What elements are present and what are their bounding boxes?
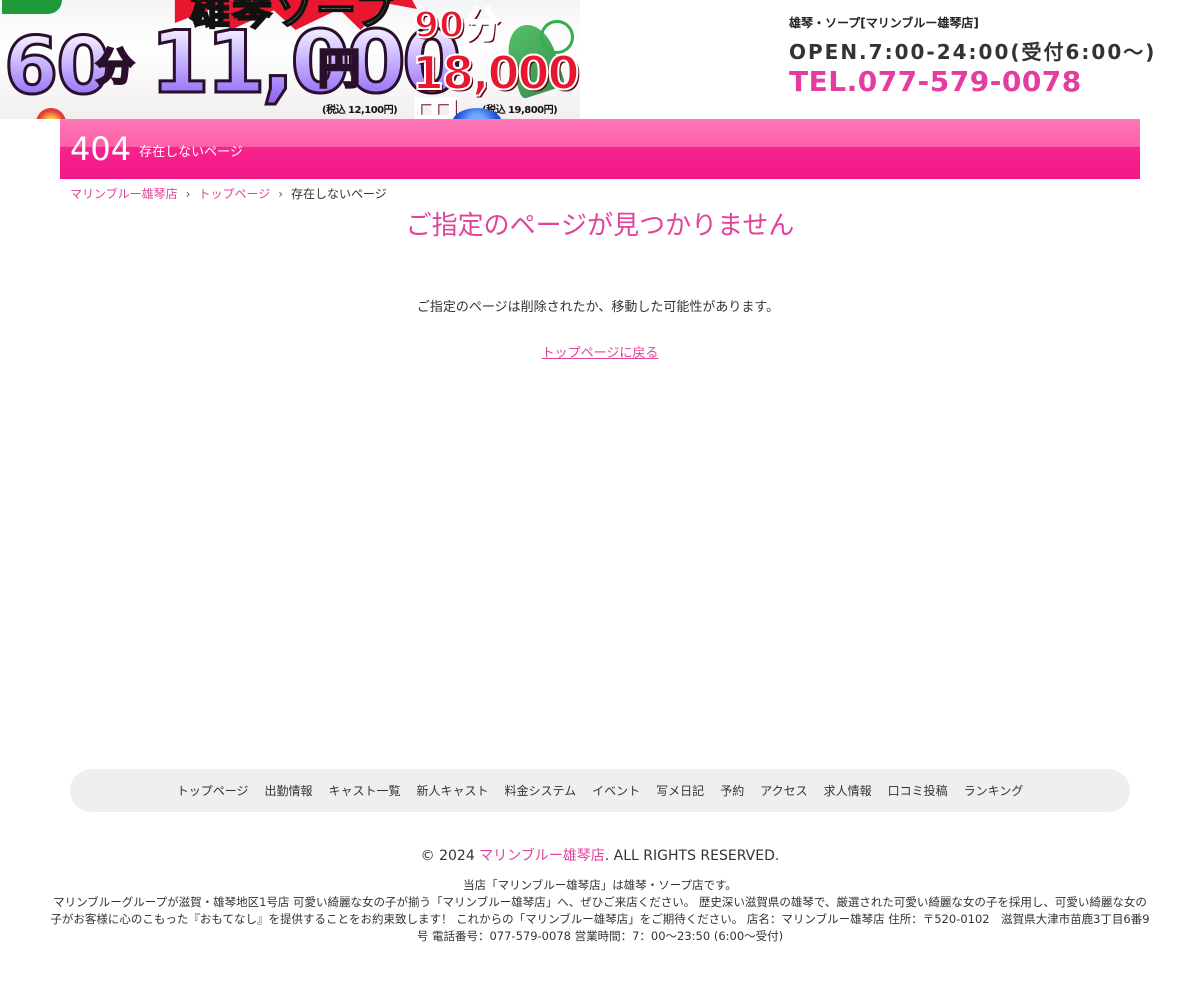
footer-nav-reservation[interactable]: 予約 — [720, 782, 744, 799]
breadcrumb-link-home[interactable]: マリンブルー雄琴店 — [70, 185, 178, 202]
chevron-right-icon: › — [185, 186, 191, 201]
banner-price60-minutes: 60 — [3, 22, 113, 112]
shop-info: 雄琴・ソープ[マリンブルー雄琴店] OPEN.7:00-24:00(受付6:00… — [789, 10, 1189, 98]
banner-price60-unit: 分 — [94, 45, 135, 89]
footer-about-line2: マリンブルーグループが滋賀・雄琴地区1号店 可愛い綺麗な女の子が揃う「マリンブル… — [50, 895, 1150, 943]
footer-nav-pricing[interactable]: 料金システム — [505, 782, 577, 799]
footer-nav-review[interactable]: 口コミ投稿 — [888, 782, 948, 799]
footer-nav-new-cast[interactable]: 新人キャスト — [417, 782, 489, 799]
footer-nav: トップページ 出勤情報 キャスト一覧 新人キャスト 料金システム イベント 写メ… — [70, 769, 1130, 812]
copyright-prefix: © 2024 — [420, 848, 480, 864]
footer-nav-schedule[interactable]: 出勤情報 — [264, 782, 312, 799]
banner-leaf-decoration — [2, 0, 62, 14]
shop-name: 雄琴・ソープ[マリンブルー雄琴店] — [789, 16, 979, 30]
page-title-bar: 404 存在しないページ — [60, 119, 1140, 179]
banner-price60-yen: 円 — [316, 44, 361, 93]
breadcrumb-current: 存在しないページ — [291, 187, 387, 201]
shop-tel-link[interactable]: TEL.077-579-0078 — [789, 65, 1189, 98]
breadcrumb-link-toppage[interactable]: トップページ — [198, 185, 270, 202]
chevron-right-icon: › — [278, 186, 284, 201]
footer-nav-ranking[interactable]: ランキング — [964, 782, 1024, 799]
back-to-top-link[interactable]: トップページに戻る — [542, 346, 659, 361]
footer-nav-photo-diary[interactable]: 写メ日記 — [656, 782, 704, 799]
page-title: 存在しないページ — [139, 144, 243, 160]
footer-nav-events[interactable]: イベント — [592, 782, 640, 799]
banner-price90-minutes: 90分 — [413, 5, 501, 46]
footer-nav-recruit[interactable]: 求人情報 — [824, 782, 872, 799]
error-code: 404 — [70, 130, 132, 168]
copyright: © 2024 マリンブルー雄琴店. ALL RIGHTS RESERVED. — [0, 845, 1200, 865]
footer-nav-top[interactable]: トップページ — [177, 782, 249, 799]
back-link-container: トップページに戻る — [0, 342, 1200, 361]
banner-price60-tax: (税込 12,100円) — [322, 105, 398, 116]
header-banner-image[interactable]: 雄琴ソープ 60 分 11,000 円 90分 18,000円 (税込 12,1… — [0, 0, 580, 119]
not-found-message: ご指定のページは削除されたか、移動した可能性があります。 — [416, 300, 780, 315]
shop-hours: OPEN.7:00-24:00(受付6:00～) — [789, 40, 1157, 64]
copyright-suffix: . ALL RIGHTS RESERVED. — [604, 848, 780, 864]
breadcrumb: マリンブルー雄琴店 › トップページ › 存在しないページ — [70, 185, 387, 202]
not-found-heading: ご指定のページが見つかりません — [405, 211, 795, 241]
footer-nav-access[interactable]: アクセス — [760, 782, 807, 799]
footer-about: 当店「マリンブルー雄琴店」は雄琴・ソープ店です。 マリンブルーグループが滋賀・雄… — [48, 877, 1152, 945]
copyright-brand-link[interactable]: マリンブルー雄琴店 — [479, 848, 605, 864]
footer-nav-cast-list[interactable]: キャスト一覧 — [328, 782, 400, 799]
footer-about-line1: 当店「マリンブルー雄琴店」は雄琴・ソープ店です。 — [463, 878, 737, 892]
